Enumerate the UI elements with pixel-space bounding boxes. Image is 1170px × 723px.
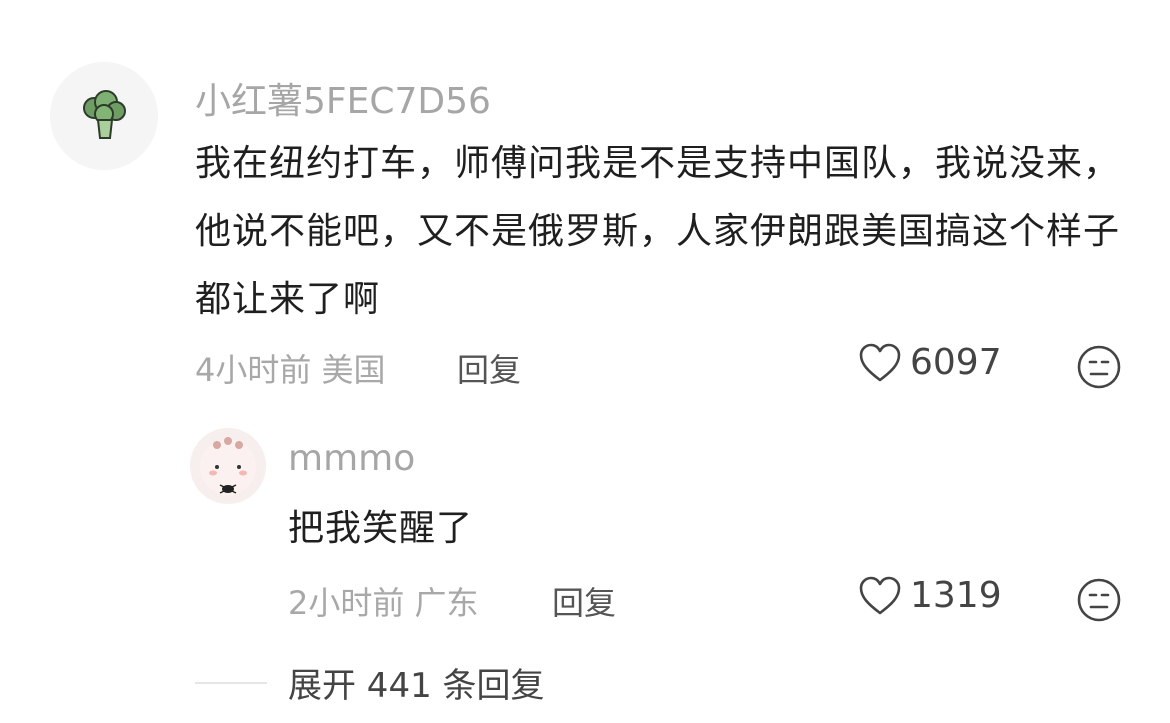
heart-icon bbox=[859, 343, 901, 381]
replier-username[interactable]: mmmo bbox=[288, 438, 415, 479]
reply-text: 把我笑醒了 bbox=[288, 508, 474, 549]
cartoon-avatar-icon bbox=[200, 437, 256, 495]
commenter-avatar[interactable] bbox=[50, 62, 158, 170]
reply-like-count: 1319 bbox=[910, 575, 1002, 616]
comment-time-location: 4小时前 美国 bbox=[195, 351, 386, 389]
broccoli-icon bbox=[83, 90, 126, 139]
like-count: 6097 bbox=[910, 342, 1002, 383]
reply-time-location: 2小时前 广东 bbox=[288, 584, 479, 622]
reply-like-button[interactable]: 1319 bbox=[858, 575, 1002, 616]
replier-avatar[interactable] bbox=[190, 428, 266, 504]
comment-text: 我在纽约打车，师傅问我是不是支持中国队，我说没来，他说不能吧，又不是俄罗斯，人家… bbox=[195, 143, 1121, 320]
expand-replies-button[interactable]: 展开 441 条回复 bbox=[288, 658, 545, 707]
dislike-face-icon[interactable] bbox=[1075, 343, 1123, 391]
expand-divider bbox=[195, 682, 267, 684]
reply-to-reply-button[interactable]: 回复 bbox=[552, 578, 616, 624]
commenter-username[interactable]: 小红薯5FEC7D56 bbox=[195, 72, 491, 124]
reply-button[interactable]: 回复 bbox=[457, 345, 521, 391]
heart-icon bbox=[859, 576, 901, 614]
like-button[interactable]: 6097 bbox=[858, 342, 1002, 383]
dislike-face-icon[interactable] bbox=[1075, 576, 1123, 624]
